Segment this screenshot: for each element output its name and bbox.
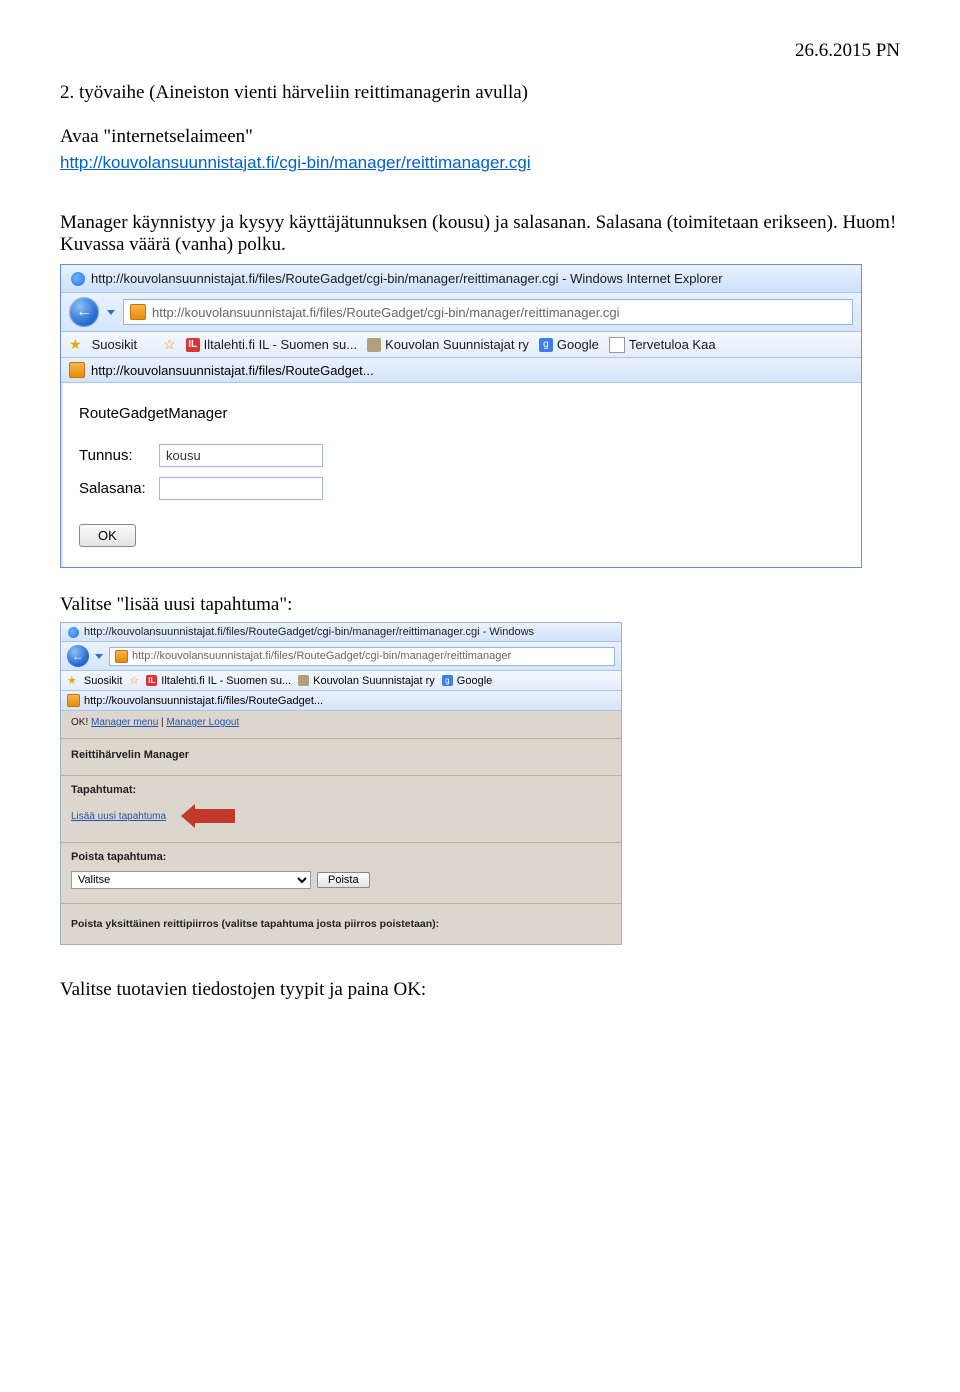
ie-title-text: http://kouvolansuunnistajat.fi/files/Rou… (91, 271, 723, 286)
back-dropdown-icon[interactable] (95, 654, 103, 659)
section-title: 2. työvaihe (Aineiston vienti härveliin … (60, 82, 900, 104)
fav-item-tervetuloa[interactable]: Tervetuloa Kaa (609, 337, 716, 353)
manager-menu-link[interactable]: Manager menu (91, 717, 158, 728)
login-page-content: RouteGadgetManager Tunnus: Salasana: OK (61, 383, 861, 567)
manager-panel: OK! Manager menu | Manager Logout Reitti… (61, 711, 621, 944)
divider (61, 842, 621, 843)
ie-address-bar: ← http://kouvolansuunnistajat.fi/files/R… (61, 293, 861, 332)
ie2-tab-bar: http://kouvolansuunnistajat.fi/files/Rou… (61, 691, 621, 711)
page-favicon-icon (115, 650, 128, 663)
fav-item-google[interactable]: gGoogle (442, 675, 492, 687)
tab-title[interactable]: http://kouvolansuunnistajat.fi/files/Rou… (91, 363, 374, 378)
page-favicon-icon (130, 304, 146, 320)
url-text: http://kouvolansuunnistajat.fi/files/Rou… (152, 305, 620, 320)
delete-event-label: Poista tapahtuma: (71, 851, 611, 863)
login-desc: Manager käynnistyy ja kysyy käyttäjätunn… (60, 212, 900, 256)
tab-title[interactable]: http://kouvolansuunnistajat.fi/files/Rou… (84, 695, 323, 707)
delete-event-select[interactable]: Valitse (71, 871, 311, 889)
fav-item-kouvolan[interactable]: Kouvolan Suunnistajat ry (367, 337, 529, 352)
favorites-star-icon[interactable]: ★ (69, 336, 82, 353)
url-field[interactable]: http://kouvolansuunnistajat.fi/files/Rou… (123, 299, 853, 325)
url-field[interactable]: http://kouvolansuunnistajat.fi/files/Rou… (109, 647, 615, 666)
divider (61, 775, 621, 776)
divider (61, 738, 621, 739)
manager-url-link[interactable]: http://kouvolansuunnistajat.fi/cgi-bin/m… (60, 153, 531, 172)
screenshot-manager: http://kouvolansuunnistajat.fi/files/Rou… (60, 622, 622, 945)
fav-item-iltalehti[interactable]: ILIltalehti.fi IL - Suomen su... (146, 675, 291, 687)
favorites-star-icon[interactable]: ★ (67, 674, 77, 687)
favorites-label: Suosikit (92, 337, 138, 352)
ie-tab-bar: http://kouvolansuunnistajat.fi/files/Rou… (61, 358, 861, 383)
page-icon (609, 337, 625, 353)
select-file-types-text: Valitse tuotavien tiedostojen tyypit ja … (60, 979, 900, 1001)
manager-logout-link[interactable]: Manager Logout (166, 717, 239, 728)
ie-titlebar: http://kouvolansuunnistajat.fi/files/Rou… (61, 265, 861, 293)
ie2-address-bar: ← http://kouvolansuunnistajat.fi/files/R… (61, 642, 621, 671)
page-date: 26.6.2015 PN (60, 40, 900, 62)
fav-item-kouvolan[interactable]: Kouvolan Suunnistajat ry (298, 675, 435, 687)
add-event-link[interactable]: Lisää uusi tapahtuma (71, 811, 166, 822)
iltalehti-icon: IL (146, 675, 157, 686)
ok-button[interactable]: OK (79, 524, 136, 547)
ie-logo-icon (68, 627, 79, 638)
events-label: Tapahtumat: (71, 784, 611, 796)
google-icon: g (442, 675, 453, 686)
top-links: OK! Manager menu | Manager Logout (71, 717, 611, 728)
kouvolan-icon (367, 338, 381, 352)
ie2-title-text: http://kouvolansuunnistajat.fi/files/Rou… (84, 626, 534, 638)
google-icon: g (539, 338, 553, 352)
password-label: Salasana: (79, 480, 149, 497)
ie-logo-icon (71, 272, 85, 286)
favorites-bar: ★ Suosikit ☆ ILIltalehti.fi IL - Suomen … (61, 671, 621, 691)
back-dropdown-icon[interactable] (107, 310, 115, 315)
delete-event-row: Valitse Poista (71, 871, 611, 889)
red-arrow-icon (181, 804, 235, 828)
fav-item-google[interactable]: gGoogle (539, 337, 599, 352)
back-button[interactable]: ← (67, 645, 89, 667)
username-label: Tunnus: (79, 447, 149, 464)
divider (61, 903, 621, 904)
username-input[interactable] (159, 444, 323, 467)
tab-favicon-icon (69, 362, 85, 378)
kouvolan-icon (298, 675, 309, 686)
favorites-label: Suosikit (84, 675, 123, 687)
intro-line: Avaa "internetselaimeen" (60, 126, 900, 148)
password-input[interactable] (159, 477, 323, 500)
iltalehti-icon: IL (186, 338, 200, 352)
screenshot-login: http://kouvolansuunnistajat.fi/files/Rou… (60, 264, 862, 568)
manager-heading: Reittihärvelin Manager (71, 749, 611, 761)
url-text: http://kouvolansuunnistajat.fi/files/Rou… (132, 650, 511, 662)
favorites-bar: ★ Suosikit ☆ ILIltalehti.fi IL - Suomen … (61, 332, 861, 358)
select-add-event-text: Valitse "lisää uusi tapahtuma": (60, 594, 900, 616)
delete-route-note: Poista yksittäinen reittipiirros (valits… (71, 918, 611, 930)
add-event-row: Lisää uusi tapahtuma (71, 804, 611, 828)
status-ok: OK! (71, 717, 88, 728)
back-button[interactable]: ← (69, 297, 99, 327)
ie2-titlebar: http://kouvolansuunnistajat.fi/files/Rou… (61, 623, 621, 642)
app-title: RouteGadgetManager (79, 405, 845, 422)
fav-add-star-icon[interactable]: ☆ (129, 674, 139, 687)
fav-add-star-icon[interactable]: ☆ (163, 336, 176, 353)
fav-item-iltalehti[interactable]: ILIltalehti.fi IL - Suomen su... (186, 337, 357, 352)
tab-favicon-icon (67, 694, 80, 707)
delete-button[interactable]: Poista (317, 872, 370, 888)
